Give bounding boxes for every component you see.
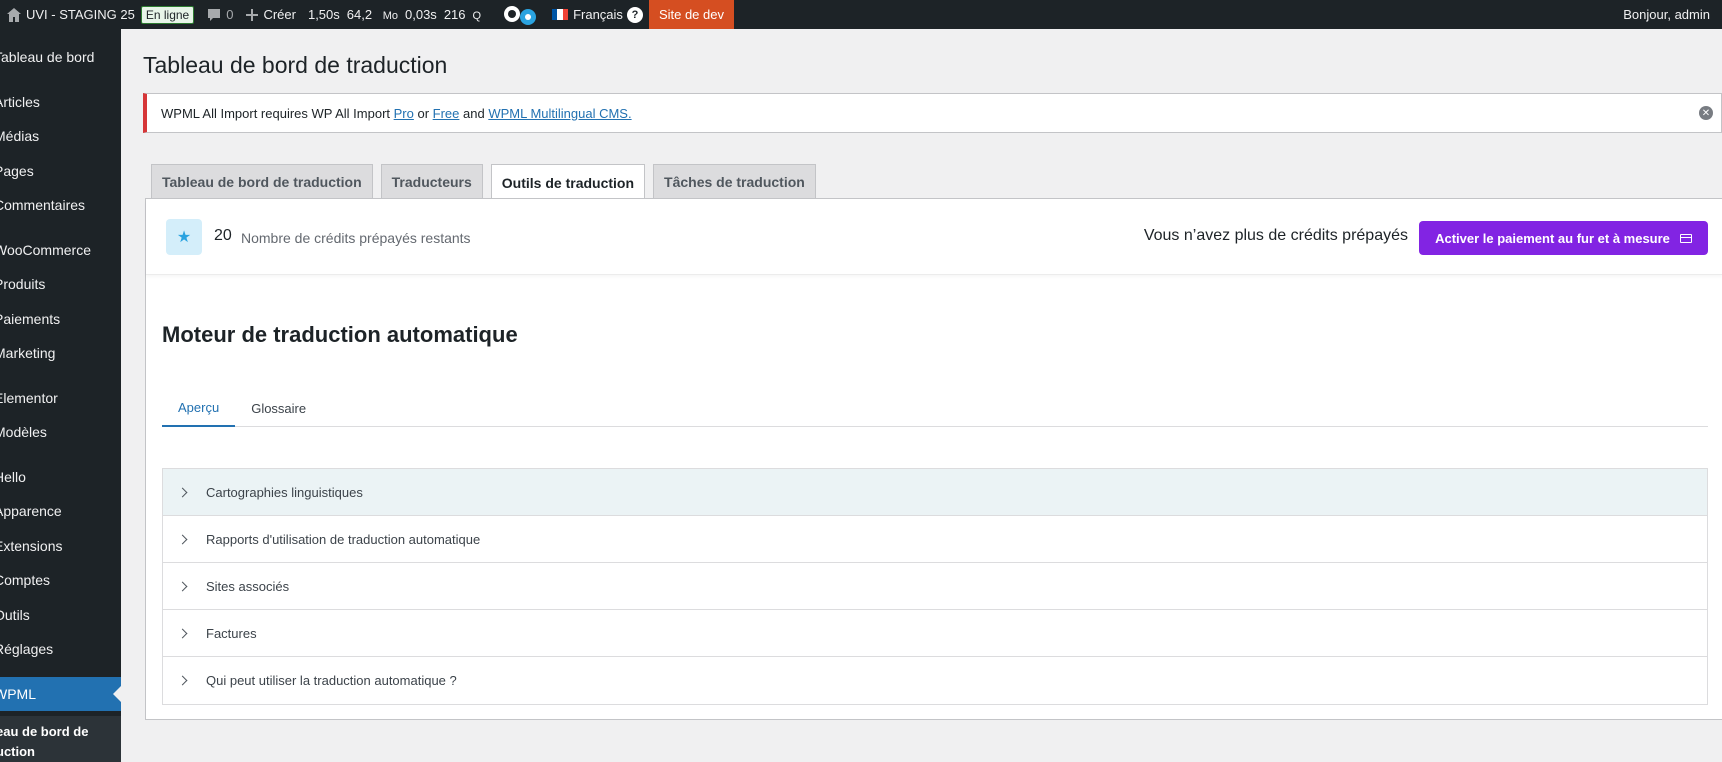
tab-translation-dashboard[interactable]: Tableau de bord de traduction	[151, 164, 373, 199]
language-label: Français	[573, 7, 623, 22]
engine-accordion: Cartographies linguistiques Rapports d'u…	[162, 468, 1708, 705]
admin-sidebar: Tableau de bord Articles Médias Pages Co…	[0, 29, 121, 762]
notice-text: WPML All Import requires WP All Import P…	[161, 106, 632, 121]
perf-queries-unit: Q	[472, 10, 482, 22]
admin-bar: UVI - STAGING 25 En ligne 0 Créer 1,50s …	[0, 0, 1722, 29]
chevron-right-icon	[177, 534, 188, 544]
sidebar-item-articles[interactable]: Articles	[0, 85, 121, 119]
comment-icon	[208, 8, 221, 21]
perf-queries: 216	[443, 7, 466, 22]
accordion-associated-sites[interactable]: Sites associés	[163, 563, 1707, 610]
sidebar-item-comments[interactable]: Commentaires	[0, 188, 121, 222]
chevron-right-icon	[177, 487, 188, 497]
site-menu[interactable]: UVI - STAGING 25 En ligne	[0, 0, 200, 29]
plus-icon	[246, 8, 259, 21]
wpml-tools-menu[interactable]	[494, 0, 546, 29]
submenu-label-line1: eau de bord de	[0, 724, 89, 739]
sidebar-item-settings[interactable]: Réglages	[0, 632, 121, 666]
main-tabs: Tableau de bord de traduction Traducteur…	[151, 164, 816, 200]
sidebar-item-wpml[interactable]: WPML	[0, 677, 121, 711]
help-icon[interactable]: ?	[626, 6, 643, 23]
language-switcher[interactable]: Français ?	[546, 0, 649, 29]
activate-payg-button[interactable]: Activer le paiement au fur et à mesure	[1419, 221, 1708, 255]
page-title: Tableau de bord de traduction	[143, 52, 448, 78]
sidebar-item-templates[interactable]: Modèles	[0, 415, 121, 449]
accordion-who-can-use[interactable]: Qui peut utiliser la traduction automati…	[163, 657, 1707, 704]
accordion-label: Cartographies linguistiques	[206, 484, 363, 500]
submenu-label-line2: uction	[0, 744, 35, 759]
create-menu[interactable]: Créer	[239, 0, 302, 29]
sidebar-item-appearance[interactable]: Apparence	[0, 494, 121, 528]
subtab-overview[interactable]: Aperçu	[162, 389, 236, 427]
chevron-right-icon	[177, 675, 188, 686]
submenu-item-translation-dashboard[interactable]: eau de bord de uction	[0, 722, 121, 762]
accordion-invoices[interactable]: Factures	[163, 610, 1707, 657]
wpml-import-notice: WPML All Import requires WP All Import P…	[143, 93, 1722, 133]
sidebar-item-pages[interactable]: Pages	[0, 154, 121, 188]
accordion-label: Sites associés	[206, 578, 290, 594]
perf-db-time: 0,03s	[405, 7, 437, 22]
sidebar-item-elementor[interactable]: Elementor	[0, 381, 121, 415]
engine-title: Moteur de traduction automatique	[162, 322, 518, 347]
chevron-right-icon	[177, 628, 188, 638]
credits-star-icon: ★	[166, 219, 202, 255]
credit-card-icon	[1679, 233, 1692, 243]
tab-translation-jobs[interactable]: Tâches de traduction	[653, 164, 816, 199]
notice-text-before: WPML All Import requires WP All Import	[161, 105, 394, 121]
perf-mem-unit: Mo	[382, 10, 398, 22]
site-name[interactable]: UVI - STAGING 25	[26, 7, 135, 22]
dev-site-badge[interactable]: Site de dev	[648, 0, 734, 29]
notice-text-or: or	[413, 105, 433, 121]
query-monitor[interactable]: 1,50s 64,2 Mo 0,03s 216 Q	[302, 0, 494, 29]
tab-translators[interactable]: Traducteurs	[380, 164, 483, 199]
no-credit-message: Vous n’avez plus de crédits prépayés	[1143, 227, 1408, 244]
notice-text-and: and	[459, 105, 489, 121]
perf-time: 1,50s	[307, 7, 340, 22]
credit-label: Nombre de crédits prépayés restants	[241, 230, 471, 246]
free-link[interactable]: Free	[433, 106, 460, 121]
comments-count: 0	[226, 7, 234, 22]
subtab-glossary[interactable]: Glossaire	[235, 389, 322, 427]
activate-payg-label: Activer le paiement au fur et à mesure	[1435, 230, 1670, 246]
sidebar-item-tools[interactable]: Outils	[0, 598, 121, 632]
accordion-label: Rapports d'utilisation de traduction aut…	[206, 531, 481, 547]
sidebar-item-hello[interactable]: Hello	[0, 460, 121, 494]
home-icon	[7, 7, 21, 22]
engine-subtabs: Aperçu Glossaire	[162, 389, 1708, 427]
sidebar-item-payments[interactable]: Paiements	[0, 302, 121, 336]
credit-count: 20	[214, 227, 232, 244]
dismiss-notice-icon[interactable]: ✕	[1699, 106, 1713, 120]
translation-tools-panel: ★ 20 Nombre de crédits prépayés restants…	[145, 198, 1722, 720]
comments-menu[interactable]: 0	[200, 0, 239, 29]
accordion-label: Qui peut utiliser la traduction automati…	[206, 673, 457, 688]
france-flag-icon	[552, 9, 569, 20]
status-badge: En ligne	[140, 5, 195, 24]
wpml-icon	[504, 5, 537, 25]
sidebar-item-users[interactable]: Comptes	[0, 563, 121, 597]
pro-link[interactable]: Pro	[394, 106, 414, 121]
accordion-language-mappings[interactable]: Cartographies linguistiques	[163, 469, 1707, 516]
tab-translation-tools[interactable]: Outils de traduction	[490, 164, 646, 200]
sidebar-item-plugins[interactable]: Extensions	[0, 529, 121, 563]
accordion-usage-reports[interactable]: Rapports d'utilisation de traduction aut…	[163, 516, 1707, 563]
wpml-cms-link[interactable]: WPML Multilingual CMS.	[488, 106, 631, 121]
create-label: Créer	[263, 7, 296, 22]
sidebar-item-woocommerce[interactable]: WooCommerce	[0, 233, 121, 267]
credits-bar: ★ 20 Nombre de crédits prépayés restants…	[146, 199, 1722, 275]
wpml-submenu: eau de bord de uction	[0, 716, 121, 762]
chevron-right-icon	[177, 581, 188, 591]
sidebar-item-dashboard[interactable]: Tableau de bord	[0, 40, 121, 74]
sidebar-item-products[interactable]: Produits	[0, 267, 121, 301]
sidebar-item-media[interactable]: Médias	[0, 119, 121, 153]
sidebar-item-marketing[interactable]: Marketing	[0, 336, 121, 370]
perf-mem: 64,2	[346, 7, 373, 22]
account-menu[interactable]: Bonjour, admin	[1617, 0, 1722, 29]
accordion-label: Factures	[206, 625, 257, 641]
